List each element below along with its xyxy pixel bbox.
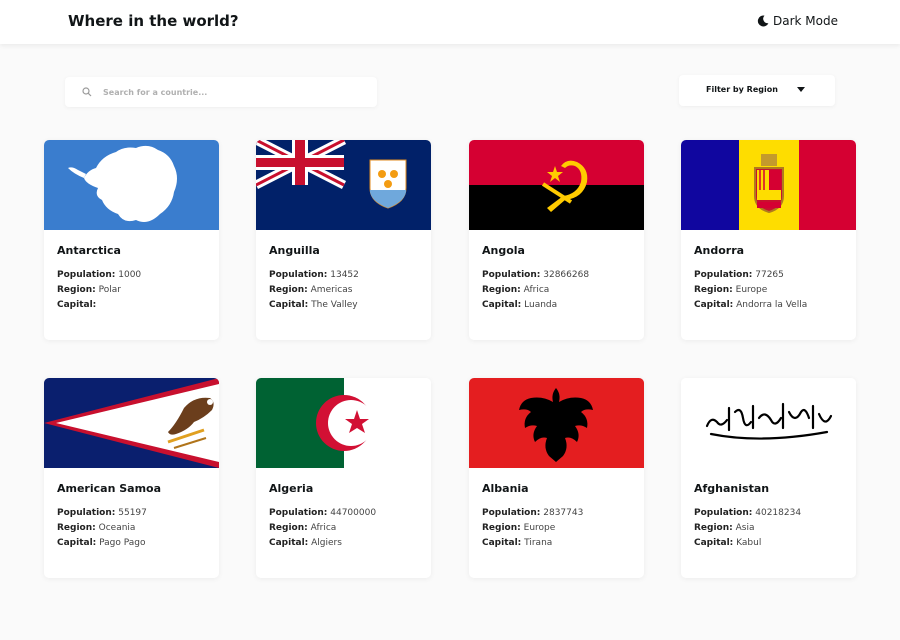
flag-afghanistan <box>681 378 856 468</box>
population-row: Population: 13452 <box>269 270 359 280</box>
flag-antarctica <box>44 140 219 230</box>
capital-row: Capital: Kabul <box>694 538 762 548</box>
app-title: Where in the world? <box>68 12 239 30</box>
country-card-angola[interactable]: Angola Population: 32866268 Region: Afri… <box>469 140 644 340</box>
population-row: Population: 77265 <box>694 270 784 280</box>
app-header: Where in the world? Dark Mode <box>0 0 900 44</box>
capital-row: Capital: <box>57 300 97 310</box>
country-card-antarctica[interactable]: Antarctica Population: 1000 Region: Pola… <box>44 140 219 340</box>
country-card-american-samoa[interactable]: American Samoa Population: 55197 Region:… <box>44 378 219 578</box>
search-icon <box>82 87 92 97</box>
population-row: Population: 44700000 <box>269 508 377 518</box>
country-name: Albania <box>482 482 529 495</box>
flag-anguilla <box>256 140 431 230</box>
population-row: Population: 1000 <box>57 270 142 280</box>
region-row: Region: Asia <box>694 523 755 533</box>
flag-andorra <box>681 140 856 230</box>
region-row: Region: Europe <box>694 285 768 295</box>
flag-albania <box>469 378 644 468</box>
region-row: Region: Americas <box>269 285 353 295</box>
country-card-algeria[interactable]: Algeria Population: 44700000 Region: Afr… <box>256 378 431 578</box>
population-row: Population: 40218234 <box>694 508 802 518</box>
country-name: Algeria <box>269 482 314 495</box>
population-row: Population: 2837743 <box>482 508 584 518</box>
dark-mode-label: Dark Mode <box>773 14 838 28</box>
region-row: Region: Africa <box>482 285 550 295</box>
region-filter-dropdown[interactable]: Filter by Region <box>679 75 835 106</box>
flag-american-samoa <box>44 378 219 468</box>
capital-row: Capital: The Valley <box>269 300 358 310</box>
caret-down-icon <box>797 87 805 92</box>
moon-icon <box>757 15 769 27</box>
search-box[interactable] <box>65 77 377 107</box>
country-card-afghanistan[interactable]: Afghanistan Population: 40218234 Region:… <box>681 378 856 578</box>
capital-row: Capital: Pago Pago <box>57 538 146 548</box>
country-card-anguilla[interactable]: Anguilla Population: 13452 Region: Ameri… <box>256 140 431 340</box>
region-row: Region: Europe <box>482 523 556 533</box>
dark-mode-toggle[interactable]: Dark Mode <box>757 14 838 28</box>
country-name: Anguilla <box>269 244 320 257</box>
country-name: Afghanistan <box>694 482 770 495</box>
region-row: Region: Oceania <box>57 523 136 533</box>
country-name: American Samoa <box>57 482 162 495</box>
region-filter-label: Filter by Region <box>706 85 778 94</box>
country-card-albania[interactable]: Albania Population: 2837743 Region: Euro… <box>469 378 644 578</box>
region-row: Region: Polar <box>57 285 121 295</box>
population-row: Population: 55197 <box>57 508 147 518</box>
flag-angola <box>469 140 644 230</box>
region-row: Region: Africa <box>269 523 337 533</box>
capital-row: Capital: Tirana <box>482 538 553 548</box>
capital-row: Capital: Algiers <box>269 538 342 548</box>
capital-row: Capital: Andorra la Vella <box>694 300 808 310</box>
country-name: Antarctica <box>57 244 121 257</box>
flag-algeria <box>256 378 431 468</box>
country-name: Angola <box>482 244 525 257</box>
population-row: Population: 32866268 <box>482 270 590 280</box>
country-card-andorra[interactable]: Andorra Population: 77265 Region: Europe… <box>681 140 856 340</box>
country-name: Andorra <box>694 244 745 257</box>
search-input[interactable] <box>103 81 363 103</box>
capital-row: Capital: Luanda <box>482 300 558 310</box>
